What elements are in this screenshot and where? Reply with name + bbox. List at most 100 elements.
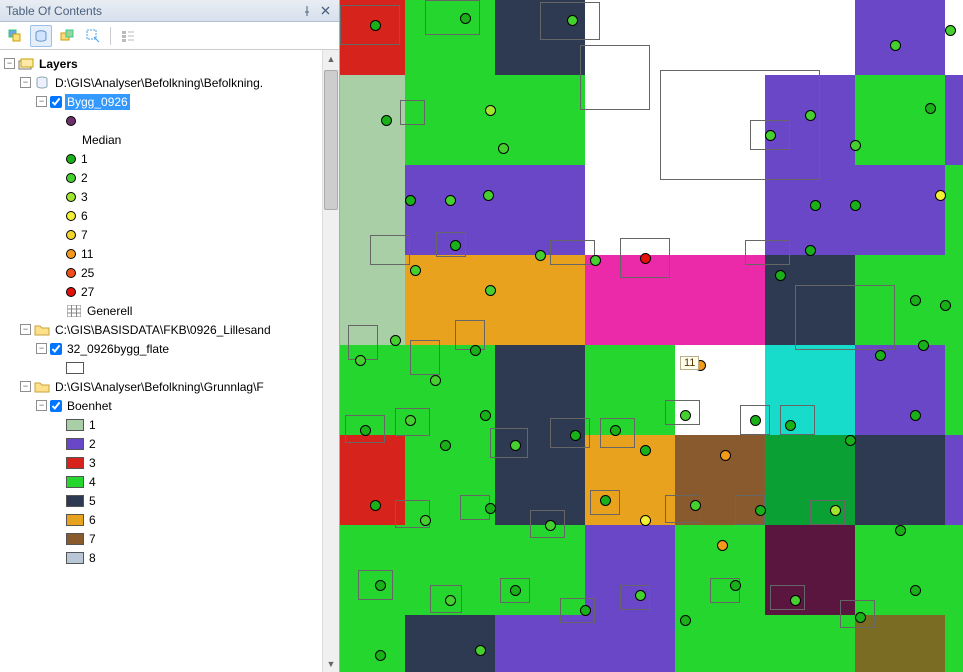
symbol-swatch [66,419,84,431]
grid-cell [945,615,963,672]
datasource-path[interactable]: D:\GIS\Analyser\Befolkning\Grunnlag\F [53,379,266,395]
folder-icon [34,379,50,395]
layer-checkbox[interactable] [50,96,62,108]
point-symbol [635,590,646,601]
datasource-path[interactable]: C:\GIS\BASISDATA\FKB\0926_Lillesand [53,322,273,338]
symbol-label[interactable]: 1 [79,151,90,167]
symbol-label[interactable]: 27 [79,284,96,300]
layers-root-label[interactable]: Layers [37,56,80,72]
scroll-thumb[interactable] [324,70,338,210]
pin-icon[interactable] [299,4,315,18]
point-symbol [775,270,786,281]
symbol-label[interactable]: 6 [87,512,98,528]
building-outline [780,405,815,435]
list-by-source-button[interactable] [30,25,52,47]
point-symbol [717,540,728,551]
grid-cell [945,165,963,255]
symbol-swatch [66,514,84,526]
point-symbol [845,435,856,446]
point-symbol [875,350,886,361]
options-button[interactable] [117,25,139,47]
point-symbol [535,250,546,261]
point-symbol [925,103,936,114]
symbol-label[interactable]: 11 [79,246,95,262]
point-symbol [910,410,921,421]
point-symbol [895,525,906,536]
building-outline [580,45,650,110]
symbol-label[interactable]: 4 [87,474,98,490]
building-outline [425,0,480,35]
layer-name[interactable]: Boenhet [65,398,114,414]
expand-toggle[interactable]: − [20,324,31,335]
point-symbol [445,595,456,606]
toc-toolbar [0,22,339,50]
grid-cell [945,345,963,435]
symbol-label[interactable] [79,120,83,122]
point-symbol [790,595,801,606]
expand-toggle[interactable]: − [36,400,47,411]
symbol-label[interactable]: 7 [87,531,98,547]
point-symbol [470,345,481,356]
layer-checkbox[interactable] [50,400,62,412]
point-symbol [375,650,386,661]
symbol-label[interactable]: 3 [79,189,90,205]
grid-cell [495,75,585,165]
point-symbol [850,200,861,211]
symbol-label[interactable]: 2 [87,436,98,452]
point-symbol [680,615,691,626]
folder-icon [34,322,50,338]
point-symbol [510,585,521,596]
list-by-visibility-button[interactable] [56,25,78,47]
grid-cell [855,345,945,435]
expand-toggle[interactable]: − [36,96,47,107]
table-name[interactable]: Generell [85,303,134,319]
grid-cell [855,75,945,165]
point-symbol [680,410,691,421]
grid-cell [855,0,945,75]
symbol-swatch [66,476,84,488]
grid-cell [340,75,405,165]
symbol-label[interactable]: 2 [79,170,90,186]
symbol-label[interactable]: 8 [87,550,98,566]
expand-toggle[interactable]: − [4,58,15,69]
point-symbol [918,340,929,351]
close-icon[interactable] [317,4,333,18]
expand-toggle[interactable]: − [36,343,47,354]
symbol-circle [66,173,76,183]
symbol-label[interactable]: 6 [79,208,90,224]
symbol-label[interactable]: 1 [87,417,98,433]
toc-scrollbar[interactable]: ▲ ▼ [322,50,339,672]
point-symbol [360,425,371,436]
scroll-down-button[interactable]: ▼ [323,655,339,672]
list-by-drawing-order-button[interactable] [4,25,26,47]
map-label-11: 11 [680,356,699,370]
map-view[interactable]: 11 [340,0,963,672]
symbol-circle [66,249,76,259]
expand-toggle[interactable]: − [20,381,31,392]
point-symbol [805,110,816,121]
symbol-label[interactable]: 7 [79,227,90,243]
point-symbol [940,300,951,311]
list-by-selection-button[interactable] [82,25,104,47]
layer-name[interactable]: Bygg_0926 [65,94,130,110]
building-outline [795,285,895,350]
building-outline [400,100,425,125]
point-symbol [910,585,921,596]
point-symbol [381,115,392,126]
point-symbol [510,440,521,451]
scroll-up-button[interactable]: ▲ [323,50,339,67]
datasource-path[interactable]: D:\GIS\Analyser\Befolkning\Befolkning. [53,75,265,91]
symbol-label[interactable]: 5 [87,493,98,509]
point-symbol [405,195,416,206]
point-symbol [580,605,591,616]
grid-cell [495,255,585,345]
symbol-label[interactable]: 3 [87,455,98,471]
point-symbol [640,445,651,456]
point-symbol [910,295,921,306]
layer-tree[interactable]: − Layers −D:\GIS\Analyser\Befolkning\Bef… [0,50,339,672]
layer-name[interactable]: 32_0926bygg_flate [65,341,171,357]
point-symbol [640,253,651,264]
symbol-label[interactable]: 25 [79,265,96,281]
expand-toggle[interactable]: − [20,77,31,88]
layer-checkbox[interactable] [50,343,62,355]
